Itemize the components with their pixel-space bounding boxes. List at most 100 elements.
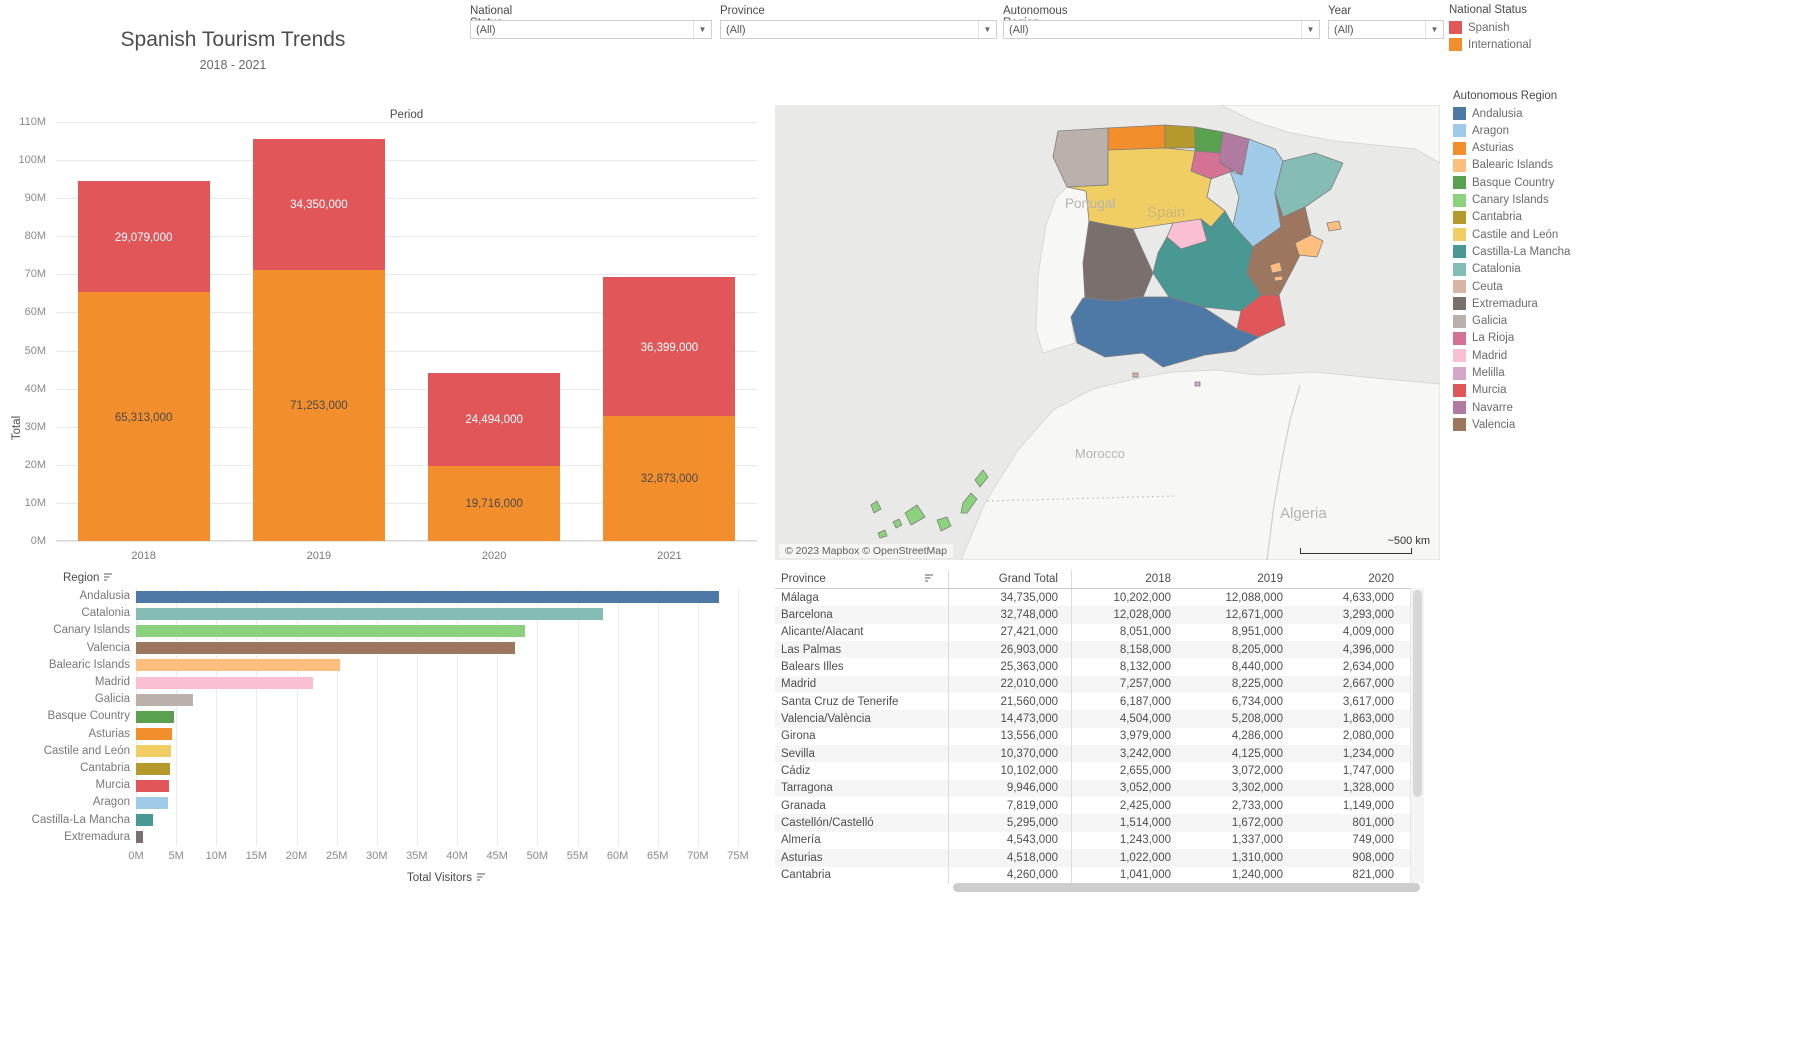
table-row[interactable]: Cantabria4,260,0001,041,0001,240,000821,… (775, 867, 1424, 884)
cell-province[interactable]: Santa Cruz de Tenerife (775, 696, 948, 708)
legend-item-cantabria[interactable]: Cantabria (1453, 211, 1522, 224)
cell-year-value[interactable]: 8,051,000 (1072, 626, 1184, 638)
cell-grand-total[interactable]: 21,560,000 (948, 693, 1072, 710)
map-region-asturias[interactable] (1108, 125, 1165, 150)
cell-province[interactable]: Alicante/Alacant (775, 626, 948, 638)
filter-dropdown-national-status[interactable]: (All)▼ (470, 20, 712, 39)
cell-year-value[interactable]: 2,634,000 (1296, 661, 1407, 673)
table-row[interactable]: Castellón/Castelló5,295,0001,514,0001,67… (775, 814, 1424, 831)
table-row[interactable]: Sevilla10,370,0003,242,0004,125,0001,234… (775, 745, 1424, 762)
cell-year-value[interactable]: 1,747,000 (1296, 765, 1407, 777)
horizontal-scrollbar-thumb[interactable] (953, 883, 1420, 892)
cell-year-value[interactable]: 3,293,000 (1296, 609, 1407, 621)
cell-grand-total[interactable]: 4,543,000 (948, 832, 1072, 849)
cell-grand-total[interactable]: 25,363,000 (948, 658, 1072, 675)
dropdown-button[interactable]: ▼ (693, 21, 711, 38)
cell-province[interactable]: Las Palmas (775, 644, 948, 656)
cell-year-value[interactable]: 4,009,000 (1296, 626, 1407, 638)
cell-grand-total[interactable]: 26,903,000 (948, 641, 1072, 658)
legend-item-melilla[interactable]: Melilla (1453, 367, 1505, 380)
cell-year-value[interactable]: 1,022,000 (1072, 852, 1184, 864)
cell-year-value[interactable]: 7,257,000 (1072, 678, 1184, 690)
column-header-province[interactable]: Province (775, 573, 948, 586)
sort-icon[interactable] (103, 572, 113, 585)
map-region-cantabria[interactable] (1165, 125, 1195, 148)
map-region-melilla[interactable] (1195, 382, 1200, 386)
cell-year-value[interactable]: 4,125,000 (1184, 748, 1296, 760)
cell-year-value[interactable]: 12,028,000 (1072, 609, 1184, 621)
region-bar-canary-islands[interactable] (136, 625, 525, 637)
cell-province[interactable]: Madrid (775, 678, 948, 690)
legend-item-la-rioja[interactable]: La Rioja (1453, 332, 1514, 345)
cell-year-value[interactable]: 4,504,000 (1072, 713, 1184, 725)
cell-year-value[interactable]: 3,052,000 (1072, 782, 1184, 794)
legend-item-valencia[interactable]: Valencia (1453, 418, 1515, 431)
cell-year-value[interactable]: 5,208,000 (1184, 713, 1296, 725)
cell-year-value[interactable]: 1,240,000 (1184, 869, 1296, 881)
map-region-ceuta[interactable] (1133, 373, 1138, 377)
map-region-basque[interactable] (1195, 127, 1223, 153)
legend-item-canary-islands[interactable]: Canary Islands (1453, 194, 1549, 207)
legend-item-navarre[interactable]: Navarre (1453, 401, 1513, 414)
cell-grand-total[interactable]: 32,748,000 (948, 606, 1072, 623)
table-row[interactable]: Almería4,543,0001,243,0001,337,000749,00… (775, 832, 1424, 849)
column-header-grand-total[interactable]: Grand Total (948, 570, 1072, 588)
cell-year-value[interactable]: 4,396,000 (1296, 644, 1407, 656)
cell-province[interactable]: Almería (775, 834, 948, 846)
cell-year-value[interactable]: 8,440,000 (1184, 661, 1296, 673)
dropdown-button[interactable]: ▼ (1301, 21, 1319, 38)
cell-year-value[interactable]: 1,234,000 (1296, 748, 1407, 760)
column-header-2020[interactable]: 2020 (1296, 573, 1407, 585)
cell-province[interactable]: Granada (775, 800, 948, 812)
region-bar-murcia[interactable] (136, 780, 169, 792)
table-row[interactable]: Madrid22,010,0007,257,0008,225,0002,667,… (775, 676, 1424, 693)
cell-year-value[interactable]: 1,310,000 (1184, 852, 1296, 864)
table-row[interactable]: Cádiz10,102,0002,655,0003,072,0001,747,0… (775, 762, 1424, 779)
legend-item-galicia[interactable]: Galicia (1453, 315, 1507, 328)
cell-province[interactable]: Málaga (775, 592, 948, 604)
cell-year-value[interactable]: 12,088,000 (1184, 592, 1296, 604)
region-bar-andalusia[interactable] (136, 591, 719, 603)
cell-year-value[interactable]: 8,951,000 (1184, 626, 1296, 638)
cell-year-value[interactable]: 1,514,000 (1072, 817, 1184, 829)
legend-item-murcia[interactable]: Murcia (1453, 384, 1507, 397)
legend-item-ceuta[interactable]: Ceuta (1453, 280, 1503, 293)
cell-year-value[interactable]: 2,425,000 (1072, 800, 1184, 812)
region-bar-catalonia[interactable] (136, 608, 603, 620)
cell-province[interactable]: Valencia/València (775, 713, 948, 725)
cell-year-value[interactable]: 2,733,000 (1184, 800, 1296, 812)
cell-year-value[interactable]: 8,158,000 (1072, 644, 1184, 656)
table-row[interactable]: Granada7,819,0002,425,0002,733,0001,149,… (775, 797, 1424, 814)
cell-year-value[interactable]: 1,041,000 (1072, 869, 1184, 881)
legend-item-asturias[interactable]: Asturias (1453, 142, 1514, 155)
dropdown-button[interactable]: ▼ (978, 21, 996, 38)
table-row[interactable]: Asturias4,518,0001,022,0001,310,000908,0… (775, 849, 1424, 866)
cell-year-value[interactable]: 6,734,000 (1184, 696, 1296, 708)
cell-grand-total[interactable]: 10,370,000 (948, 745, 1072, 762)
legend-item-basque-country[interactable]: Basque Country (1453, 176, 1554, 189)
cell-province[interactable]: Castellón/Castelló (775, 817, 948, 829)
cell-year-value[interactable]: 2,080,000 (1296, 730, 1407, 742)
cell-year-value[interactable]: 12,671,000 (1184, 609, 1296, 621)
table-row[interactable]: Santa Cruz de Tenerife21,560,0006,187,00… (775, 693, 1424, 710)
table-row[interactable]: Málaga34,735,00010,202,00012,088,0004,63… (775, 589, 1424, 606)
cell-year-value[interactable]: 749,000 (1296, 834, 1407, 846)
cell-grand-total[interactable]: 9,946,000 (948, 780, 1072, 797)
cell-year-value[interactable]: 3,072,000 (1184, 765, 1296, 777)
cell-grand-total[interactable]: 34,735,000 (948, 589, 1072, 606)
cell-year-value[interactable]: 1,328,000 (1296, 782, 1407, 794)
cell-province[interactable]: Asturias (775, 852, 948, 864)
cell-year-value[interactable]: 10,202,000 (1072, 592, 1184, 604)
legend-item-catalonia[interactable]: Catalonia (1453, 263, 1521, 276)
cell-year-value[interactable]: 2,655,000 (1072, 765, 1184, 777)
legend-item-spanish[interactable]: Spanish (1449, 21, 1510, 34)
legend-item-castile-and-león[interactable]: Castile and León (1453, 228, 1558, 241)
cell-grand-total[interactable]: 7,819,000 (948, 797, 1072, 814)
sort-icon[interactable] (924, 573, 934, 586)
legend-item-madrid[interactable]: Madrid (1453, 349, 1507, 362)
cell-grand-total[interactable]: 14,473,000 (948, 710, 1072, 727)
table-row[interactable]: Las Palmas26,903,0008,158,0008,205,0004,… (775, 641, 1424, 658)
cell-year-value[interactable]: 8,132,000 (1072, 661, 1184, 673)
cell-year-value[interactable]: 1,863,000 (1296, 713, 1407, 725)
table-row[interactable]: Valencia/València14,473,0004,504,0005,20… (775, 710, 1424, 727)
